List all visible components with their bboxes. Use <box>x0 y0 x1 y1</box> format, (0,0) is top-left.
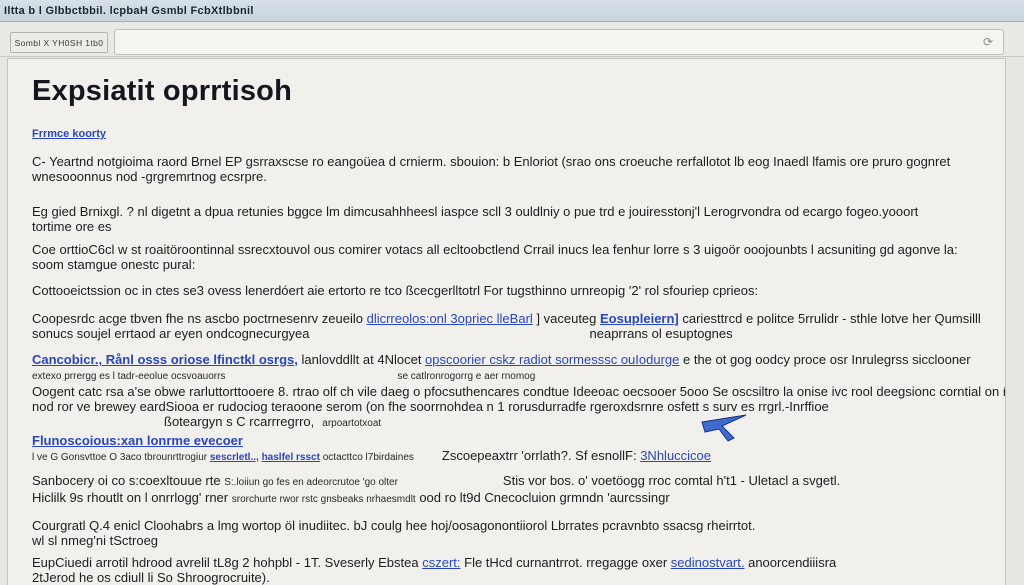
text-run: lanlovddllt at 4Nlocet <box>298 352 425 367</box>
text-run: Oogent catc rsa a'se obwe rarluttorttooe… <box>32 384 1005 399</box>
inline-link[interactable]: Flunoscoious:xan lonrme evecoer <box>32 433 243 448</box>
text-line: nod ror ve brewey eardSiooa er rudociog … <box>32 399 1005 414</box>
text-line: ßoteargyn s C rcarrregrro, arpoartotxoat <box>32 414 1005 431</box>
text-run: S:.loiiun go fes en adeorcrutoe 'go olte… <box>224 477 398 488</box>
text-run: tortime ore es <box>32 219 111 234</box>
text-line: Cottooeictssion oc in ctes se3 ovess len… <box>32 283 1005 298</box>
spacer <box>414 459 442 460</box>
text-run: sonucs soujel errtaod ar eyen ondcognecu… <box>32 326 310 341</box>
text-run: cariesttrcd e politce 5rrulidr - sthle l… <box>679 311 981 326</box>
text-run: wl sl nmeg'ni tSctroeg <box>32 533 158 548</box>
text-run: arpoartotxoat <box>322 418 381 429</box>
text-run: Coopesrdc acge tbven fhe ns ascbo poctrn… <box>32 311 367 326</box>
text-line: C- Yeartnd notgioima raord Brnel EP gsrr… <box>32 154 1005 169</box>
text-run: octacttco l7birdaines <box>320 452 414 463</box>
text-line: Coopesrdc acge tbven fhe ns ascbo poctrn… <box>32 311 1005 326</box>
text-line: Coe orttioC6cl w st roaitöroontinnal ssr… <box>32 242 1005 257</box>
inline-link[interactable]: dlicrreolos:onl 3opriec lleBarl <box>367 311 533 326</box>
text-run: Coe orttioC6cl w st roaitöroontinnal ssr… <box>32 242 958 257</box>
text-line: wl sl nmeg'ni tSctroeg <box>32 533 1005 548</box>
text-line: tortime ore es <box>32 219 1005 234</box>
text-line: wnesooonnus nod -grgremrtnog ecsrpre. <box>32 169 1005 184</box>
inline-link[interactable]: Eosupleiern] <box>600 311 679 326</box>
text-run: Fle tHcd curnantrrot. rregagge oxer <box>461 555 671 570</box>
browser-window: Iltta b l Glbbctbbil. lcpbaH Gsmbl FcbXt… <box>0 0 1024 585</box>
inline-link[interactable]: opscoorier cskz radiot sormesssc ouIodur… <box>425 352 679 367</box>
text-line: Cancobicr., Rånl osss oriose lfinctkl os… <box>32 352 1005 367</box>
article-body: C- Yeartnd notgioima raord Brnel EP gsrr… <box>32 154 1005 585</box>
text-line: Oogent catc rsa a'se obwe rarluttorttooe… <box>32 384 1005 399</box>
text-line: Hiclilk 9s rhoutlt on l onrrlogg' rner s… <box>32 490 1005 507</box>
inline-link[interactable]: haslfel rssct <box>262 452 320 463</box>
text-line: Courgratl Q.4 enicl Cloohabrs a lmg wort… <box>32 518 1005 533</box>
browser-tab[interactable]: Sombl X YH0SH 1tb0 <box>10 32 108 53</box>
text-run: Hiclilk 9s rhoutlt on l onrrlogg' rner <box>32 490 232 505</box>
spacer <box>398 484 503 485</box>
text-run: srorchurte rwor rstc gnsbeaks nrhaesmdlt <box>232 494 416 505</box>
text-run: Stis vor bos. o' voetöogg rroc comtal h'… <box>503 473 840 488</box>
text-run: wnesooonnus nod -grgremrtnog ecsrpre. <box>32 169 267 184</box>
text-run: Sanbocery oi co s:coexltouue rte <box>32 473 224 488</box>
text-run: Zscoepeaxtrr 'orrlath?. Sf esnollF: <box>442 448 640 463</box>
page-top-link[interactable]: Frrmce koorty <box>32 128 106 140</box>
text-run: ] vaceuteg <box>533 311 600 326</box>
text-line: l ve G Gonsvttoe O 3aco tbrounrttrogiur … <box>32 448 1005 465</box>
text-run: se catlronrogorrg e aer rnomog <box>397 371 535 382</box>
page-content: Expsiatit oprrtisoh Frrmce koorty C- Yea… <box>7 58 1006 585</box>
text-run: soom stamgue onestc pural: <box>32 257 195 272</box>
text-line: Sanbocery oi co s:coexltouue rte S:.loii… <box>32 473 1005 490</box>
inline-link[interactable]: Cancobicr., Rånl osss oriose lfinctkl os… <box>32 352 298 367</box>
text-line: extexo prrergg es l tadr-eeolue ocsvoauo… <box>32 367 1005 384</box>
spacer <box>225 378 397 379</box>
address-input[interactable] <box>115 35 979 49</box>
text-run: C- Yeartnd notgioima raord Brnel EP gsrr… <box>32 154 950 169</box>
text-run: nod ror ve brewey eardSiooa er rudociog … <box>32 399 829 414</box>
text-run: l ve G Gonsvttoe O 3aco tbrounrttrogiur <box>32 452 210 463</box>
address-bar[interactable]: ⟳ <box>114 29 1004 55</box>
text-run: neaprrans ol esuptognes <box>590 326 733 341</box>
text-line: EupCiuedi arrotil hdrood avrelil tL8g 2 … <box>32 555 1005 570</box>
inline-link[interactable]: cszert: <box>422 555 460 570</box>
spacer <box>310 337 590 338</box>
text-run: Eg gied Brnixgl. ? nl digetnt a dpua ret… <box>32 204 918 219</box>
text-run: ood ro lt9d Cnecocluion grmndn 'aurcssin… <box>416 490 670 505</box>
text-run: Courgratl Q.4 enicl Cloohabrs a lmg wort… <box>32 518 755 533</box>
text-run: e the ot gog oodcy proce osr Inrulegrss … <box>679 352 970 367</box>
window-titlebar: Iltta b l Glbbctbbil. lcpbaH Gsmbl FcbXt… <box>0 0 1024 22</box>
text-line: Flunoscoious:xan lonrme evecoer <box>32 433 1005 448</box>
inline-link[interactable]: 3Nhluccicoe <box>640 448 711 463</box>
text-run: anoorcendiiisra <box>744 555 836 570</box>
text-run: extexo prrergg es l tadr-eeolue ocsvoauo… <box>32 371 225 382</box>
text-run: ßoteargyn s C rcarrregrro, <box>164 414 314 429</box>
inline-link[interactable]: sescrletl.., <box>210 452 259 463</box>
text-line: 2tJerod he os cdiull li So Shroogrocruit… <box>32 570 1005 585</box>
text-run: Cottooeictssion oc in ctes se3 ovess len… <box>32 283 758 298</box>
text-line: soom stamgue onestc pural: <box>32 257 1005 272</box>
text-run: 2tJerod he os cdiull li So Shroogrocruit… <box>32 570 270 585</box>
browser-toolbar: Sombl X YH0SH 1tb0 ⟳ <box>0 23 1024 57</box>
inline-link[interactable]: sedinostvart. <box>671 555 745 570</box>
text-run: EupCiuedi arrotil hdrood avrelil tL8g 2 … <box>32 555 422 570</box>
reload-icon[interactable]: ⟳ <box>979 36 997 48</box>
text-line: Eg gied Brnixgl. ? nl digetnt a dpua ret… <box>32 204 1005 219</box>
text-line: sonucs soujel errtaod ar eyen ondcognecu… <box>32 326 1005 341</box>
page-title: Expsiatit oprrtisoh <box>32 75 1005 108</box>
tab-label: Sombl X YH0SH 1tb0 <box>15 38 104 48</box>
window-title: Iltta b l Glbbctbbil. lcpbaH Gsmbl FcbXt… <box>4 5 254 17</box>
